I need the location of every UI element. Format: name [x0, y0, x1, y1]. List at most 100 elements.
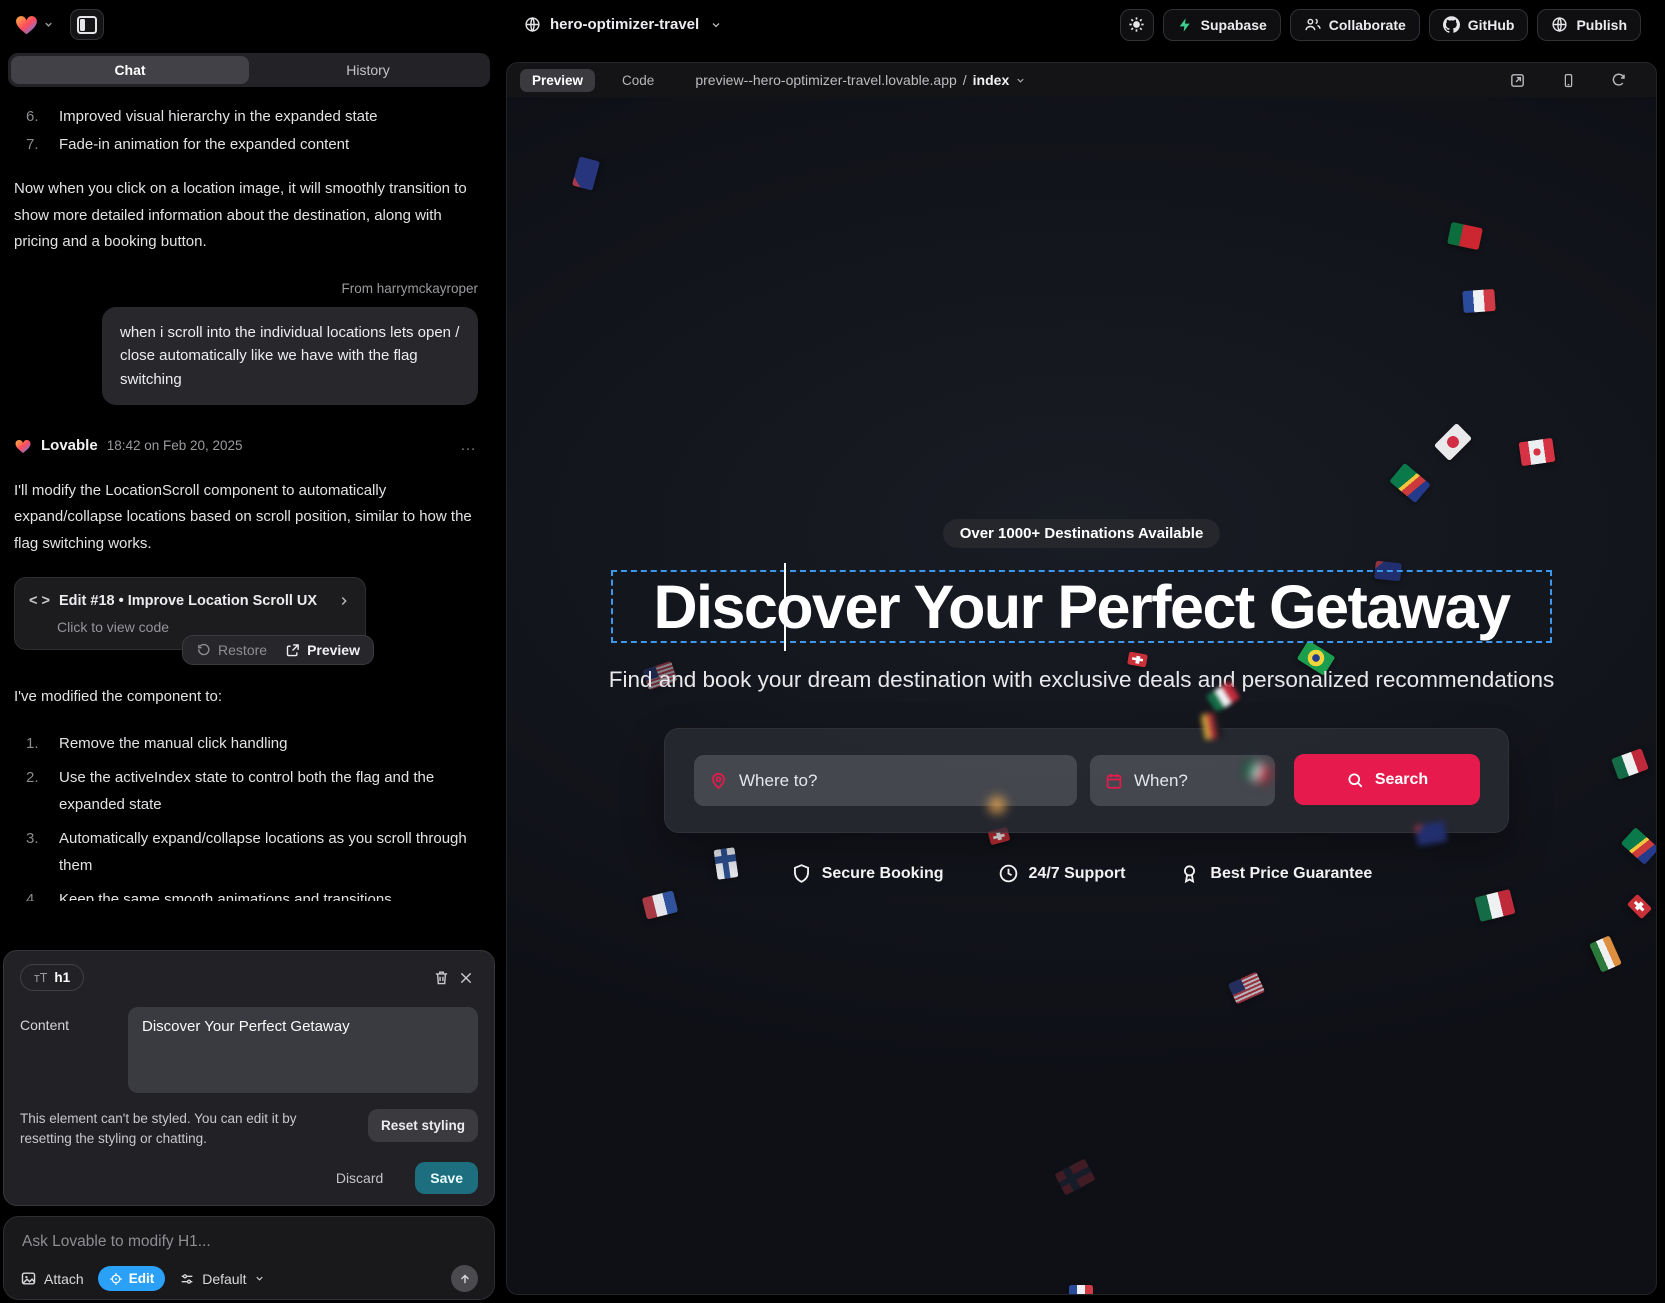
- message-timestamp: 18:42 on Feb 20, 2025: [107, 433, 243, 460]
- list-item: 3.Automatically expand/collapse location…: [14, 825, 478, 879]
- list-item: 7.Fade-in animation for the expanded con…: [14, 131, 478, 158]
- external-link-icon: [285, 643, 300, 658]
- target-icon: [109, 1272, 123, 1286]
- feature-secure-booking: Secure Booking: [791, 863, 944, 884]
- chevron-right-icon: [337, 594, 351, 608]
- award-icon: [1179, 863, 1200, 884]
- refresh-icon: [1611, 72, 1627, 88]
- preview-url[interactable]: preview--hero-optimizer-travel.lovable.a…: [695, 72, 1026, 88]
- search-panel: Where to? When? Search: [664, 728, 1509, 833]
- gear-icon: [1128, 16, 1145, 33]
- mobile-view-button[interactable]: [1557, 68, 1580, 93]
- website-preview[interactable]: Over 1000+ Destinations Available Discov…: [507, 97, 1656, 1295]
- flag-fr-decoration: [1462, 289, 1495, 313]
- chevron-down-icon: [254, 1273, 265, 1284]
- close-icon: [458, 970, 474, 986]
- tab-code[interactable]: Code: [610, 69, 666, 92]
- sidebar-panel-icon: [77, 16, 97, 34]
- settings-button[interactable]: [1120, 9, 1154, 41]
- github-icon: [1443, 16, 1460, 33]
- flag-ca-decoration: [1518, 438, 1555, 466]
- assistant-paragraph: I've modified the component to:: [14, 684, 478, 711]
- chat-composer: Attach Edit Default: [3, 1216, 495, 1300]
- chevron-down-icon: [710, 19, 722, 31]
- assistant-name: Lovable: [41, 433, 98, 460]
- chat-scroll-area[interactable]: 6.Improved visual hierarchy in the expan…: [0, 89, 492, 901]
- flag-de-decoration: [1201, 712, 1223, 741]
- save-button[interactable]: Save: [415, 1162, 478, 1194]
- flag-au-decoration: [572, 156, 600, 190]
- list-item: 2.Use the activeIndex state to control b…: [14, 764, 478, 818]
- message-author-label: From harrymckayroper: [14, 280, 478, 298]
- refresh-button[interactable]: [1607, 68, 1631, 92]
- globe-icon: [1551, 16, 1568, 33]
- sidebar-tabs: Chat History: [8, 53, 490, 87]
- preview-panel: Preview Code preview--hero-optimizer-tra…: [506, 62, 1657, 1295]
- close-panel-button[interactable]: [454, 966, 478, 990]
- feature-row: Secure Booking 24/7 Support Best Price G…: [507, 863, 1656, 884]
- flag-za-decoration: [1389, 463, 1430, 503]
- publish-button[interactable]: Publish: [1537, 9, 1641, 41]
- open-external-button[interactable]: [1505, 68, 1530, 93]
- hero-subtitle: Find and book your dream destination wit…: [507, 667, 1656, 693]
- delete-element-button[interactable]: [429, 965, 454, 990]
- flag-fr-decoration: [1069, 1285, 1093, 1295]
- list-item: 6.Improved visual hierarchy in the expan…: [14, 103, 478, 130]
- preview-version-button[interactable]: Preview: [285, 642, 360, 658]
- chevron-down-icon[interactable]: [43, 19, 54, 30]
- globe-icon: [524, 16, 541, 33]
- shield-icon: [791, 863, 812, 884]
- github-button[interactable]: GitHub: [1429, 9, 1529, 41]
- lovable-logo-icon[interactable]: [14, 12, 39, 37]
- where-input[interactable]: Where to?: [694, 755, 1077, 806]
- collaborate-button[interactable]: Collaborate: [1290, 9, 1420, 41]
- flag-no-decoration: [1054, 1158, 1095, 1195]
- composer-input[interactable]: [20, 1229, 482, 1255]
- external-link-icon: [1509, 72, 1526, 89]
- tab-preview[interactable]: Preview: [520, 69, 595, 92]
- selected-element-outline[interactable]: Discover Your Perfect Getaway: [611, 570, 1552, 643]
- restore-icon: [196, 643, 211, 658]
- top-bar: hero-optimizer-travel Supabase Collabora…: [0, 0, 1665, 49]
- version-actions: Restore Preview: [182, 635, 374, 665]
- discard-button[interactable]: Discard: [330, 1169, 389, 1187]
- url-host: preview--hero-optimizer-travel.lovable.a…: [695, 72, 956, 88]
- edit-card-subtitle: Click to view code: [57, 618, 351, 636]
- tab-chat[interactable]: Chat: [11, 56, 249, 84]
- users-icon: [1304, 16, 1321, 33]
- tab-history[interactable]: History: [249, 56, 487, 84]
- reset-styling-button[interactable]: Reset styling: [368, 1109, 478, 1142]
- search-button[interactable]: Search: [1294, 754, 1480, 805]
- calendar-icon: [1105, 772, 1123, 790]
- flag-fr_rev-decoration: [642, 890, 678, 919]
- attach-button[interactable]: Attach: [20, 1270, 84, 1287]
- feature-best-price: Best Price Guarantee: [1179, 863, 1372, 884]
- supabase-bolt-icon: [1177, 17, 1193, 33]
- feature-support: 24/7 Support: [998, 863, 1126, 884]
- default-mode-button[interactable]: Default: [179, 1271, 264, 1287]
- url-separator: /: [963, 72, 967, 88]
- edit-mode-button[interactable]: Edit: [98, 1266, 166, 1291]
- flag-mx-decoration: [1611, 748, 1649, 780]
- topbar-actions: Supabase Collaborate GitHub Publish: [1120, 9, 1651, 41]
- sidebar-toggle-button[interactable]: [70, 9, 104, 40]
- restore-button[interactable]: Restore: [196, 642, 267, 658]
- hero-title[interactable]: Discover Your Perfect Getaway: [653, 572, 1509, 642]
- list-item: 4.Keep the same smooth animations and tr…: [14, 886, 478, 902]
- flag-us-decoration: [1228, 972, 1265, 1005]
- flag-ch-decoration: [1627, 894, 1652, 919]
- project-switcher[interactable]: hero-optimizer-travel: [524, 0, 722, 49]
- edit-version-card[interactable]: < > Edit #18 • Improve Location Scroll U…: [14, 577, 366, 650]
- content-textarea[interactable]: Discover Your Perfect Getaway: [128, 1007, 478, 1093]
- sliders-icon: [179, 1271, 195, 1287]
- send-button[interactable]: [451, 1265, 478, 1292]
- style-note: This element can't be styled. You can ed…: [20, 1109, 338, 1149]
- element-tag-pill[interactable]: тT h1: [20, 964, 84, 991]
- message-menu-button[interactable]: …: [460, 433, 478, 460]
- arrow-up-icon: [458, 1272, 472, 1286]
- flag-mx-decoration: [1475, 889, 1516, 922]
- flag-za-decoration: [1621, 827, 1656, 865]
- hero-badge: Over 1000+ Destinations Available: [507, 519, 1656, 548]
- preview-toolbar: Preview Code preview--hero-optimizer-tra…: [507, 63, 1656, 97]
- supabase-button[interactable]: Supabase: [1163, 9, 1281, 41]
